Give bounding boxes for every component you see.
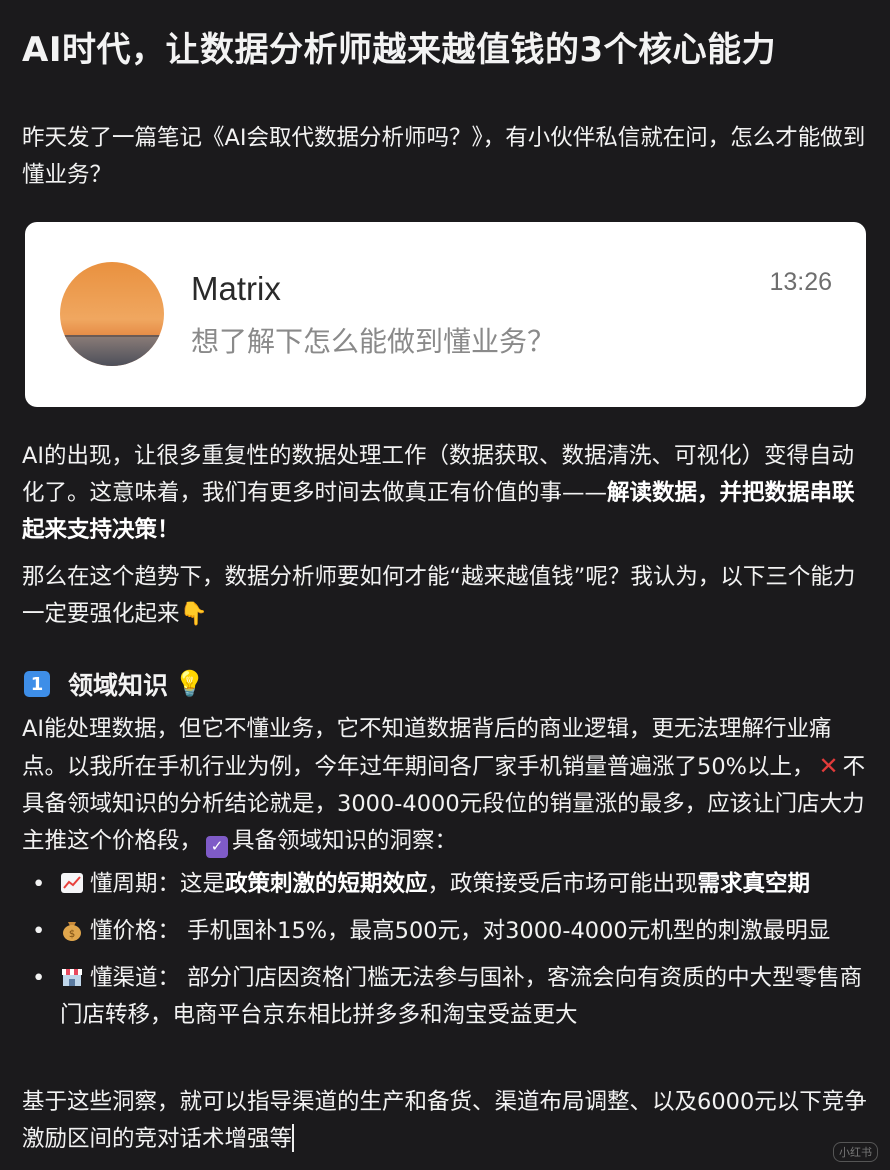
- bullet-dot: •: [32, 965, 46, 991]
- domain-text-c: 具备领域知识的洞察：: [232, 828, 458, 854]
- store-icon: [60, 964, 84, 988]
- conclusion-text: 基于这些洞察，就可以指导渠道的生产和备货、渠道布局调整、以及6000元以下竞争激…: [22, 1089, 867, 1152]
- watermark: 小红书: [833, 1142, 878, 1162]
- intro-text: 昨天发了一篇笔记《AI会取代数据分析师吗？》，有小伙伴私信就在问，怎么才能做到懂…: [22, 125, 866, 188]
- list-item: • 懂渠道： 部分门店因资格门槛无法参与国补，客流会向有资质的中大型零售商门店转…: [22, 960, 870, 1034]
- money-bag-icon: $: [60, 917, 84, 941]
- pointing-down-icon: 👇: [179, 601, 208, 627]
- domain-text-a: AI能处理数据，但它不懂业务，它不知道数据背后的商业逻辑，更无法理解行业痛点。以…: [22, 716, 832, 780]
- intro-paragraph: 昨天发了一篇笔记《AI会取代数据分析师吗？》，有小伙伴私信就在问，怎么才能做到懂…: [22, 120, 870, 194]
- avatar: [60, 262, 164, 366]
- bullet-dot: •: [32, 871, 46, 897]
- message-card: Matrix 13:26 想了解下怎么能做到懂业务？: [25, 222, 866, 407]
- light-bulb-icon: 💡: [174, 669, 206, 698]
- paragraph-conclusion: 基于这些洞察，就可以指导渠道的生产和备货、渠道布局调整、以及6000元以下竞争激…: [22, 1084, 870, 1158]
- bullet-text: 懂周期：这是: [90, 871, 226, 897]
- number-one-icon: 1: [24, 671, 50, 697]
- text-cursor: [292, 1124, 295, 1152]
- bullet-bold: 政策刺激的短期效应: [225, 871, 428, 897]
- cross-mark-icon: ✕: [818, 752, 839, 780]
- bullet-text: 懂价格： 手机国补15%，最高500元，对3000-4000元机型的刺激最明显: [90, 918, 831, 944]
- page-title: AI时代，让数据分析师越来越值钱的3个核心能力: [22, 30, 777, 70]
- check-mark-icon: ✓: [206, 835, 229, 858]
- svg-text:$: $: [69, 929, 75, 940]
- section-title: 领域知识: [68, 671, 169, 700]
- message-preview: 想了解下怎么能做到懂业务？: [191, 325, 556, 358]
- paragraph-domain: AI能处理数据，但它不懂业务，它不知道数据背后的商业逻辑，更无法理解行业痛点。以…: [22, 711, 870, 860]
- bullet-dot: •: [32, 918, 46, 944]
- section-heading-domain: 1 领域知识 💡: [24, 664, 205, 704]
- trend-text: 那么在这个趋势下，数据分析师要如何才能“越来越值钱”呢？我认为，以下三个能力一定…: [22, 564, 856, 627]
- sunset-sea-avatar-icon: [60, 262, 164, 366]
- message-time: 13:26: [769, 268, 832, 296]
- insight-list: • 懂周期：这是政策刺激的短期效应，政策接受后市场可能出现需求真空期 • $ 懂…: [22, 866, 870, 1034]
- bullet-bold: 需求真空期: [697, 871, 811, 897]
- list-item: • 懂周期：这是政策刺激的短期效应，政策接受后市场可能出现需求真空期: [22, 866, 870, 903]
- bullet-text: ，政策接受后市场可能出现: [427, 871, 698, 897]
- paragraph-trend: 那么在这个趋势下，数据分析师要如何才能“越来越值钱”呢？我认为，以下三个能力一定…: [22, 559, 870, 633]
- list-item: • $ 懂价格： 手机国补15%，最高500元，对3000-4000元机型的刺激…: [22, 913, 870, 950]
- paragraph-automation: AI的出现，让很多重复性的数据处理工作（数据获取、数据清洗、可视化）变得自动化了…: [22, 438, 870, 549]
- chart-up-icon: [60, 870, 84, 894]
- contact-name: Matrix: [191, 270, 281, 307]
- note-page: AI时代，让数据分析师越来越值钱的3个核心能力 昨天发了一篇笔记《AI会取代数据…: [0, 0, 890, 1170]
- bullet-text: 懂渠道： 部分门店因资格门槛无法参与国补，客流会向有资质的中大型零售商门店转移，…: [60, 965, 863, 1028]
